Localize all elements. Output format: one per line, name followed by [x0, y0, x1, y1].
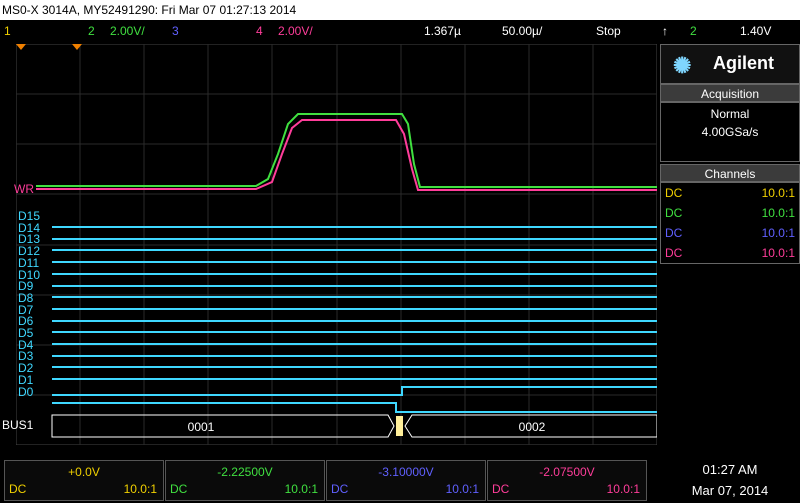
time-delay: 1.367µ — [424, 24, 461, 38]
sample-rate: 4.00GSa/s — [701, 125, 759, 139]
ch3-offset: -3.10000V — [378, 465, 434, 479]
ch1-probe: 10.0:1 — [761, 186, 795, 200]
channels-header[interactable]: Channels — [660, 164, 800, 182]
ch2-offset: -2.22500V — [217, 465, 273, 479]
timebase: 50.00µ/ — [502, 24, 543, 38]
agilent-spark-icon: ✺ — [673, 53, 692, 78]
trigger-slope-icon: ↑ — [662, 24, 668, 38]
clock: 01:27 AM Mar 07, 2014 — [660, 460, 800, 501]
bus-label[interactable]: BUS1 — [2, 418, 33, 432]
ch1-indicator[interactable]: 1 — [4, 20, 11, 42]
channel-row-1[interactable]: DC 10.0:1 — [665, 183, 795, 203]
ch2-scale: 2.00V/ — [110, 24, 145, 38]
ch2-coupling: DC — [665, 206, 683, 220]
acquisition-panel: Normal 4.00GSa/s — [660, 102, 800, 162]
ch1-offset: +0.0V — [68, 465, 100, 479]
ch3-coupling: DC — [665, 226, 683, 240]
bus-transition-marker — [396, 416, 403, 436]
ch4-coupling: DC — [665, 246, 683, 260]
clock-date: Mar 07, 2014 — [691, 483, 769, 498]
ch4-offset: -2.07500V — [539, 465, 595, 479]
channel-row-2[interactable]: DC 10.0:1 — [665, 203, 795, 223]
ch3-probe: 10.0:1 — [761, 226, 795, 240]
ch4-probe: 10.0:1 — [761, 246, 795, 260]
acquisition-header[interactable]: Acquisition — [660, 84, 800, 102]
ch3-box-coupling: DC — [331, 482, 349, 496]
bus-value-0001: 0001 — [188, 420, 215, 434]
ch4-box-coupling: DC — [492, 482, 510, 496]
trigger-level: 1.40V — [740, 24, 772, 38]
clock-time: 01:27 AM — [702, 462, 758, 477]
ch1-offset-box[interactable]: +0.0V DC 10.0:1 — [4, 460, 164, 501]
window-title: MS0-X 3014A, MY52491290: Fri Mar 07 01:2… — [2, 3, 297, 17]
window-title-bar: MS0-X 3014A, MY52491290: Fri Mar 07 01:2… — [0, 0, 800, 20]
ch1-box-coupling: DC — [9, 482, 27, 496]
channel-row-3[interactable]: DC 10.0:1 — [665, 223, 795, 243]
ch3-indicator[interactable]: 3 — [172, 20, 179, 42]
ch3-box-probe: 10.0:1 — [445, 482, 479, 496]
acquisition-mode: Normal — [710, 107, 750, 121]
ch2-indicator[interactable]: 2 — [88, 20, 95, 42]
ch2-box-coupling: DC — [170, 482, 188, 496]
waveform-display[interactable]: T 0001 0002 — [16, 44, 657, 445]
ch3-offset-box[interactable]: -3.10000V DC 10.0:1 — [326, 460, 486, 501]
ch1-box-probe: 10.0:1 — [123, 482, 157, 496]
brand-name: Agilent — [713, 53, 774, 73]
ch4-scale: 2.00V/ — [278, 24, 313, 38]
trigger-channel: 2 — [690, 24, 697, 38]
ch1-coupling: DC — [665, 186, 683, 200]
ch2-probe: 10.0:1 — [761, 206, 795, 220]
brand-logo: ✺ Agilent — [660, 44, 800, 84]
ch2-offset-box[interactable]: -2.22500V DC 10.0:1 — [165, 460, 325, 501]
ch2-box-probe: 10.0:1 — [284, 482, 318, 496]
wr-label: WR — [14, 182, 34, 196]
channel-row-4[interactable]: DC 10.0:1 — [665, 243, 795, 263]
scope-status-bar: 1 2 2.00V/ 3 4 2.00V/ 1.367µ 50.00µ/ Sto… — [0, 20, 800, 42]
ch4-offset-box[interactable]: -2.07500V DC 10.0:1 — [487, 460, 647, 501]
bus-value-0002: 0002 — [519, 420, 546, 434]
ch4-indicator[interactable]: 4 — [256, 20, 263, 42]
digital-label-d0[interactable]: D0 — [18, 385, 33, 399]
channels-panel: DC 10.0:1 DC 10.0:1 DC 10.0:1 DC 10.0:1 — [660, 182, 800, 264]
ch4-box-probe: 10.0:1 — [606, 482, 640, 496]
run-state[interactable]: Stop — [596, 20, 621, 42]
